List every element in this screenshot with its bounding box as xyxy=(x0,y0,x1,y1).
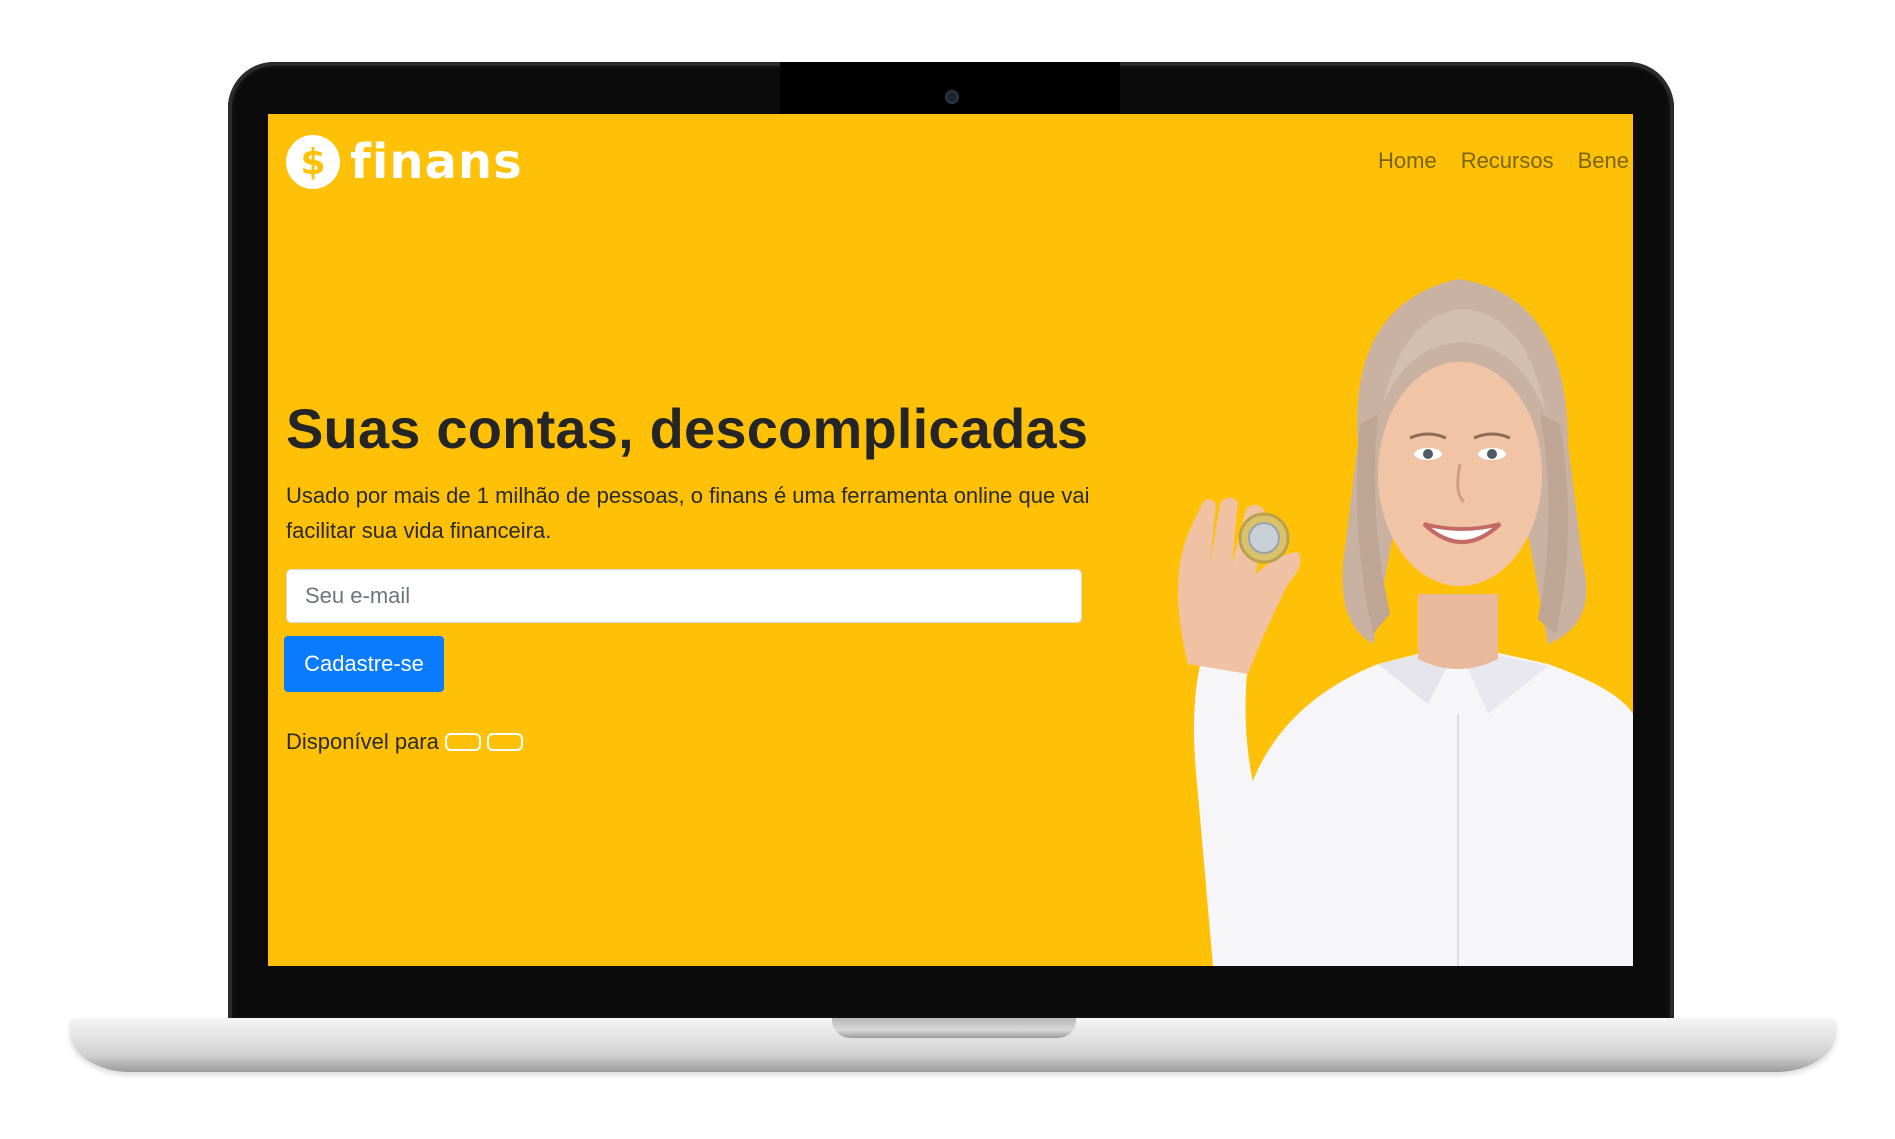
hero-description: Usado por mais de 1 milhão de pessoas, o… xyxy=(286,483,1090,543)
hero-woman-image xyxy=(1178,279,1633,966)
laptop-mockup: $ finans Home Recursos Bene Suas contas,… xyxy=(0,0,1895,1139)
landing-page: $ finans Home Recursos Bene Suas contas,… xyxy=(268,114,1633,966)
main-nav: Home Recursos Bene xyxy=(1378,148,1629,174)
camera-icon xyxy=(947,92,957,102)
email-input[interactable] xyxy=(286,569,1082,623)
nav-link-home[interactable]: Home xyxy=(1378,148,1437,174)
availability-row: Disponível para xyxy=(286,729,523,755)
availability-label: Disponível para xyxy=(286,729,439,754)
logo-text: finans xyxy=(350,134,523,190)
laptop-camera-notch xyxy=(780,62,1120,114)
nav-link-recursos[interactable]: Recursos xyxy=(1461,148,1554,174)
play-store-badge-icon[interactable] xyxy=(486,733,523,751)
dollar-coin-icon: $ xyxy=(286,135,340,189)
laptop-hinge xyxy=(832,1018,1076,1038)
logo[interactable]: $ finans xyxy=(286,134,523,190)
nav-link-beneficios[interactable]: Bene xyxy=(1578,148,1629,174)
hero-title: Suas contas, descomplicadas xyxy=(286,397,1089,460)
signup-button[interactable]: Cadastre-se xyxy=(284,636,444,692)
app-store-badge-icon[interactable] xyxy=(444,733,481,751)
